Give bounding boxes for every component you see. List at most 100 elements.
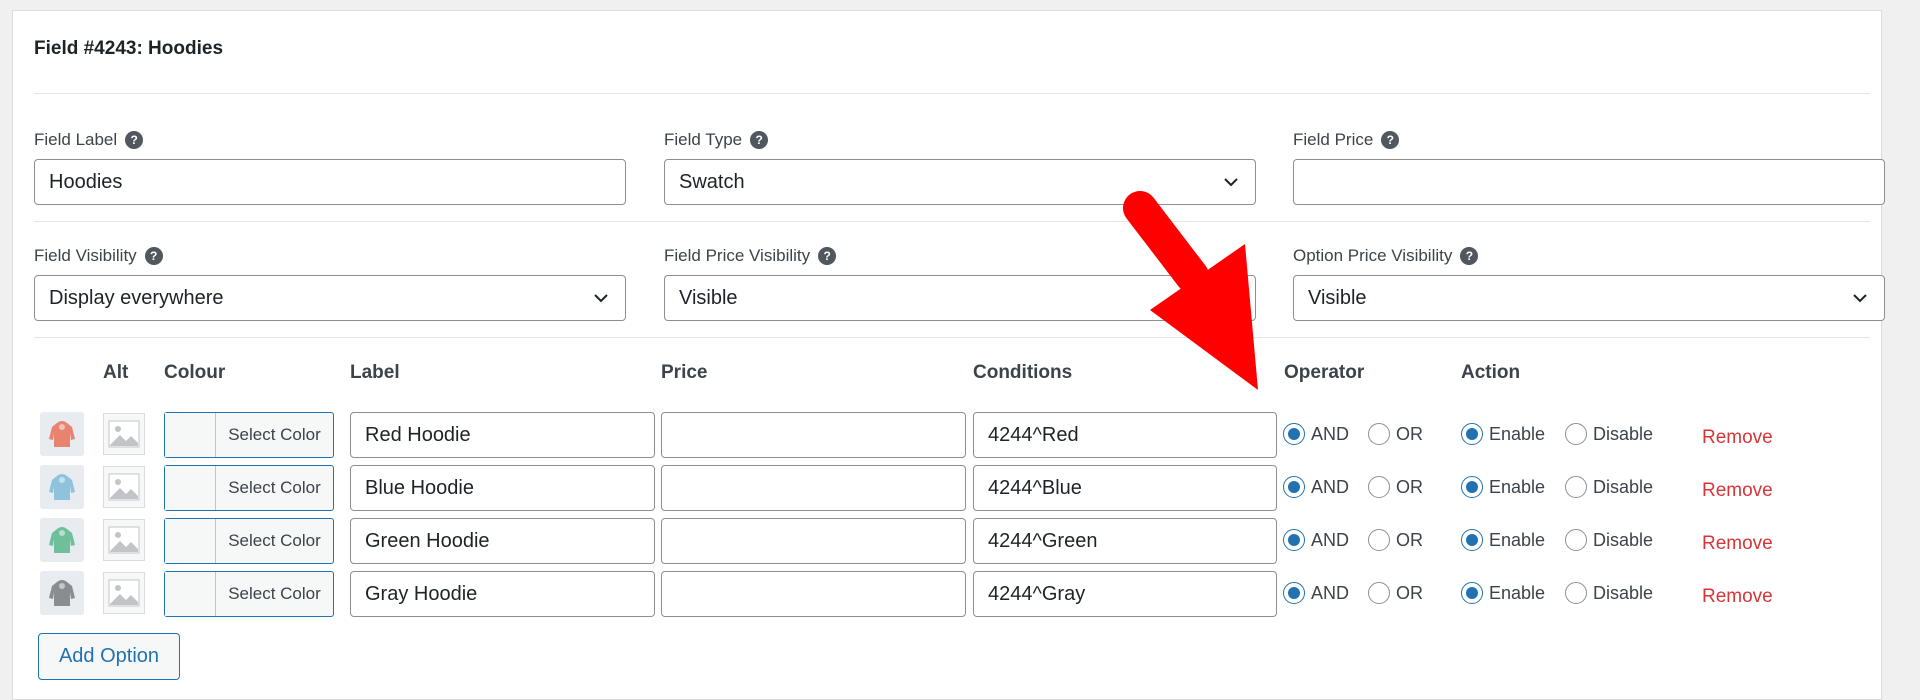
chevron-down-icon [1853,294,1867,303]
action-enable-option[interactable]: Enable [1461,529,1545,551]
alt-image-placeholder[interactable] [103,519,145,561]
option-thumbnail[interactable] [40,412,84,456]
field-price-visibility-value: Visible [679,286,738,309]
radio-and[interactable] [1283,529,1305,551]
field-label-label: Field Label ? [34,130,144,150]
chevron-down-icon [1224,178,1238,187]
radio-disable[interactable] [1565,476,1587,498]
action-disable-option[interactable]: Disable [1565,423,1653,445]
alt-image-placeholder[interactable] [103,413,145,455]
radio-disable[interactable] [1565,529,1587,551]
remove-option-link[interactable]: Remove [1702,533,1773,555]
alt-image-placeholder[interactable] [103,466,145,508]
field-type-text: Field Type [664,130,743,149]
remove-option-link[interactable]: Remove [1702,480,1773,502]
radio-or[interactable] [1368,529,1390,551]
option-conditions-value: 4244^Gray [988,582,1086,605]
operator-and-option[interactable]: AND [1283,476,1349,498]
operator-and-option[interactable]: AND [1283,423,1349,445]
radio-or[interactable] [1368,423,1390,445]
color-swatch[interactable] [165,572,216,616]
header-operator: Operator [1284,362,1365,383]
action-enable-option[interactable]: Enable [1461,423,1545,445]
radio-and[interactable] [1283,582,1305,604]
option-thumbnail[interactable] [40,571,84,615]
action-disable-option[interactable]: Disable [1565,582,1653,604]
option-label-input[interactable]: Blue Hoodie [350,465,655,511]
help-icon[interactable]: ? [144,247,163,265]
radio-enable[interactable] [1461,582,1483,604]
remove-option-link[interactable]: Remove [1702,427,1773,449]
option-conditions-input[interactable]: 4244^Green [973,518,1277,564]
option-conditions-input[interactable]: 4244^Red [973,412,1277,458]
operator-or-option[interactable]: OR [1368,582,1423,604]
help-icon[interactable]: ? [125,131,144,149]
action-enable-option[interactable]: Enable [1461,476,1545,498]
image-placeholder-icon [108,473,140,501]
help-icon[interactable]: ? [818,247,837,265]
radio-disable[interactable] [1565,423,1587,445]
radio-and[interactable] [1283,423,1305,445]
operator-or-label: OR [1396,476,1423,497]
operator-or-option[interactable]: OR [1368,476,1423,498]
radio-enable[interactable] [1461,529,1483,551]
action-disable-option[interactable]: Disable [1565,529,1653,551]
select-color-button[interactable]: Select Color [164,518,334,564]
action-enable-option[interactable]: Enable [1461,582,1545,604]
option-price-input[interactable] [661,412,966,458]
help-icon[interactable]: ? [750,131,769,149]
add-option-button[interactable]: Add Option [38,633,180,680]
field-visibility-label: Field Visibility ? [34,246,163,266]
option-conditions-input[interactable]: 4244^Gray [973,571,1277,617]
field-price-visibility-text: Field Price Visibility [664,246,811,265]
radio-disable[interactable] [1565,582,1587,604]
hoodie-thumbnail-icon [49,580,75,606]
option-label-input[interactable]: Gray Hoodie [350,571,655,617]
option-price-input[interactable] [661,518,966,564]
radio-or[interactable] [1368,582,1390,604]
help-icon[interactable]: ? [1460,247,1479,265]
operator-and-option[interactable]: AND [1283,529,1349,551]
field-label-input[interactable]: Hoodies [34,159,626,205]
operator-or-option[interactable]: OR [1368,529,1423,551]
select-color-button[interactable]: Select Color [164,465,334,511]
operator-or-option[interactable]: OR [1368,423,1423,445]
option-price-input[interactable] [661,465,966,511]
radio-and[interactable] [1283,476,1305,498]
select-color-label: Select Color [228,584,321,603]
option-label-input[interactable]: Green Hoodie [350,518,655,564]
action-disable-label: Disable [1593,476,1654,497]
option-price-input[interactable] [661,571,966,617]
field-visibility-select[interactable]: Display everywhere [34,275,626,321]
annotation-arrow-icon [1123,191,1258,390]
option-conditions-value: 4244^Red [988,423,1079,446]
image-placeholder-icon [108,420,140,448]
operator-and-option[interactable]: AND [1283,582,1349,604]
radio-enable[interactable] [1461,476,1483,498]
option-thumbnail[interactable] [40,465,84,509]
action-disable-label: Disable [1593,423,1654,444]
color-swatch[interactable] [165,413,216,457]
operator-and-label: AND [1311,529,1350,550]
color-swatch[interactable] [165,519,216,563]
field-price-visibility-label: Field Price Visibility ? [664,246,837,266]
field-price-label: Field Price ? [1293,130,1400,150]
radio-enable[interactable] [1461,423,1483,445]
alt-image-placeholder[interactable] [103,572,145,614]
radio-or[interactable] [1368,476,1390,498]
option-price-visibility-select[interactable]: Visible [1293,275,1885,321]
field-title: Field #4243: Hoodies [34,38,224,59]
field-price-input[interactable] [1293,159,1885,205]
select-color-button[interactable]: Select Color [164,412,334,458]
option-thumbnail[interactable] [40,518,84,562]
help-icon[interactable]: ? [1381,131,1400,149]
option-conditions-input[interactable]: 4244^Blue [973,465,1277,511]
select-color-button[interactable]: Select Color [164,571,334,617]
option-price-visibility-text: Option Price Visibility [1293,246,1453,265]
header-conditions: Conditions [973,362,1073,383]
option-label-input[interactable]: Red Hoodie [350,412,655,458]
action-enable-label: Enable [1489,529,1546,550]
color-swatch[interactable] [165,466,216,510]
remove-option-link[interactable]: Remove [1702,586,1773,608]
action-disable-option[interactable]: Disable [1565,476,1653,498]
